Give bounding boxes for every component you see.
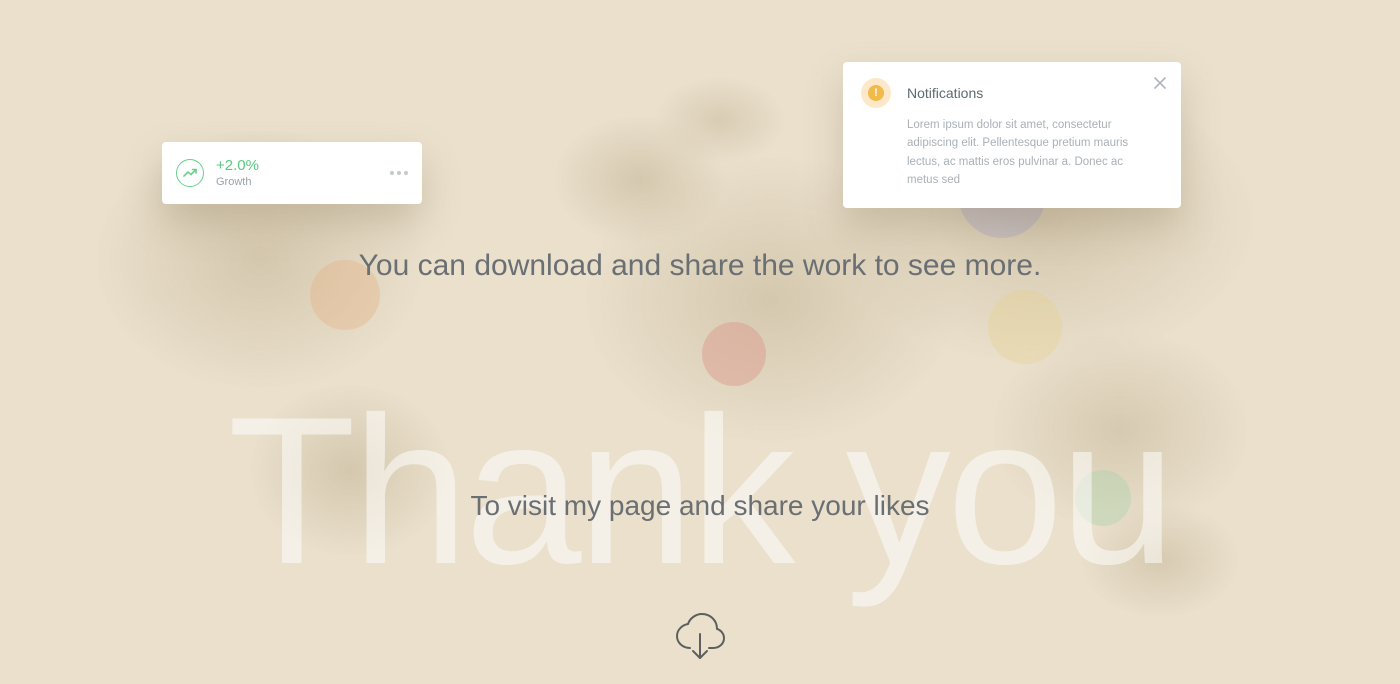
map-dot-green — [1075, 470, 1131, 526]
notification-body: Lorem ipsum dolor sit amet, consectetur … — [907, 116, 1141, 190]
close-icon[interactable] — [1151, 74, 1169, 92]
alert-icon: ! — [861, 78, 891, 108]
headline-text: You can download and share the work to s… — [350, 247, 1050, 285]
subline-text: To visit my page and share your likes — [470, 490, 929, 522]
notification-title: Notifications — [907, 85, 983, 101]
growth-label: Growth — [216, 176, 259, 189]
map-dot-pink — [702, 322, 766, 386]
download-icon[interactable] — [672, 612, 728, 662]
more-icon[interactable] — [390, 171, 408, 175]
world-map-backdrop — [0, 0, 1400, 684]
growth-stat-card[interactable]: +2.0% Growth — [162, 142, 422, 204]
trend-up-icon — [176, 159, 204, 187]
growth-value: +2.0% — [216, 157, 259, 174]
map-dot-yellow — [988, 290, 1062, 364]
notification-card: ! Notifications Lorem ipsum dolor sit am… — [843, 62, 1181, 208]
